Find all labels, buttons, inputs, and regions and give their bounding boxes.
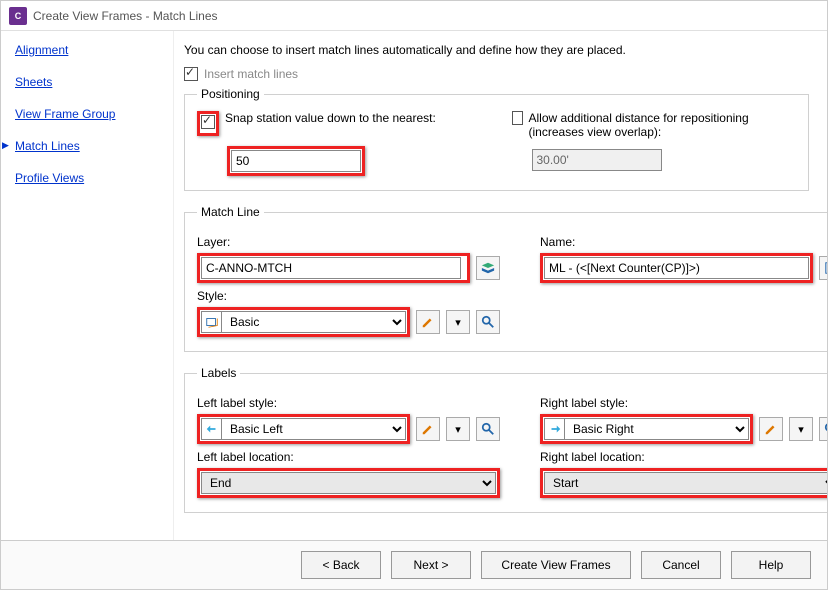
style-preview-button[interactable] — [476, 310, 500, 334]
name-template-button[interactable] — [819, 256, 827, 280]
window-title: Create View Frames - Match Lines — [33, 9, 218, 23]
allow-distance-label: Allow additional distance for reposition… — [529, 111, 796, 139]
magnifier-icon — [481, 315, 495, 329]
create-view-frames-button[interactable]: Create View Frames — [481, 551, 631, 579]
left-label-style-select[interactable]: Basic Left — [221, 418, 406, 440]
right-label-location-select[interactable]: Start — [544, 472, 827, 494]
insert-match-lines-label: Insert match lines — [204, 67, 298, 81]
sidebar-item-alignment[interactable]: Alignment — [15, 43, 173, 57]
main-panel: You can choose to insert match lines aut… — [173, 31, 827, 540]
match-line-legend: Match Line — [197, 205, 264, 219]
left-style-dropdown-button[interactable]: ▾ — [446, 417, 470, 441]
snap-checkbox[interactable] — [201, 115, 215, 129]
left-style-edit-button[interactable] — [416, 417, 440, 441]
name-label: Name: — [540, 235, 827, 249]
match-line-group: Match Line Layer: Style: — [184, 205, 827, 352]
right-style-preview-button[interactable] — [819, 417, 827, 441]
dialog-window: C Create View Frames - Match Lines Align… — [0, 0, 828, 590]
pencil-icon — [421, 315, 435, 329]
style-edit-button[interactable] — [416, 310, 440, 334]
name-input[interactable] — [544, 257, 809, 279]
style-icon — [201, 311, 221, 333]
left-label-style-label: Left label style: — [197, 396, 500, 410]
next-button[interactable]: Next > — [391, 551, 471, 579]
help-button[interactable]: Help — [731, 551, 811, 579]
sidebar-item-view-frame-group[interactable]: View Frame Group — [15, 107, 173, 121]
magnifier-icon — [824, 422, 827, 436]
right-label-location-label: Right label location: — [540, 450, 827, 464]
pencil-icon — [764, 422, 778, 436]
layer-browse-button[interactable] — [476, 256, 500, 280]
snap-label: Snap station value down to the nearest: — [225, 111, 436, 125]
insert-match-lines-row: Insert match lines — [184, 67, 809, 81]
titlebar: C Create View Frames - Match Lines — [1, 1, 827, 31]
labels-legend: Labels — [197, 366, 240, 380]
left-label-location-select[interactable]: End — [201, 472, 496, 494]
left-style-icon — [201, 418, 221, 440]
right-label-style-label: Right label style: — [540, 396, 827, 410]
sidebar-item-match-lines[interactable]: Match Lines — [15, 139, 173, 153]
cancel-button[interactable]: Cancel — [641, 551, 721, 579]
magnifier-icon — [481, 422, 495, 436]
insert-match-lines-checkbox — [184, 67, 198, 81]
positioning-legend: Positioning — [197, 87, 264, 101]
template-icon — [824, 261, 827, 275]
layer-icon — [481, 261, 495, 275]
intro-text: You can choose to insert match lines aut… — [184, 43, 809, 57]
layer-input[interactable] — [201, 257, 461, 279]
app-icon: C — [9, 7, 27, 25]
wizard-sidebar: Alignment Sheets View Frame Group Match … — [1, 31, 173, 540]
style-dropdown-button[interactable]: ▾ — [446, 310, 470, 334]
sidebar-item-profile-views[interactable]: Profile Views — [15, 171, 173, 185]
style-select[interactable]: Basic — [221, 311, 406, 333]
snap-value-input[interactable] — [231, 150, 361, 172]
right-style-icon — [544, 418, 564, 440]
positioning-group: Positioning Snap station value down to t… — [184, 87, 809, 191]
layer-label: Layer: — [197, 235, 500, 249]
right-label-style-select[interactable]: Basic Right — [564, 418, 749, 440]
left-style-preview-button[interactable] — [476, 417, 500, 441]
dialog-footer: < Back Next > Create View Frames Cancel … — [1, 540, 827, 589]
style-label: Style: — [197, 289, 500, 303]
allow-distance-checkbox[interactable] — [512, 111, 523, 125]
left-label-location-label: Left label location: — [197, 450, 500, 464]
pencil-icon — [421, 422, 435, 436]
sidebar-item-sheets[interactable]: Sheets — [15, 75, 173, 89]
labels-group: Labels Left label style: — [184, 366, 827, 513]
allow-distance-input — [532, 149, 662, 171]
snap-checkbox-highlight — [197, 111, 219, 136]
right-style-edit-button[interactable] — [759, 417, 783, 441]
right-style-dropdown-button[interactable]: ▾ — [789, 417, 813, 441]
back-button[interactable]: < Back — [301, 551, 381, 579]
